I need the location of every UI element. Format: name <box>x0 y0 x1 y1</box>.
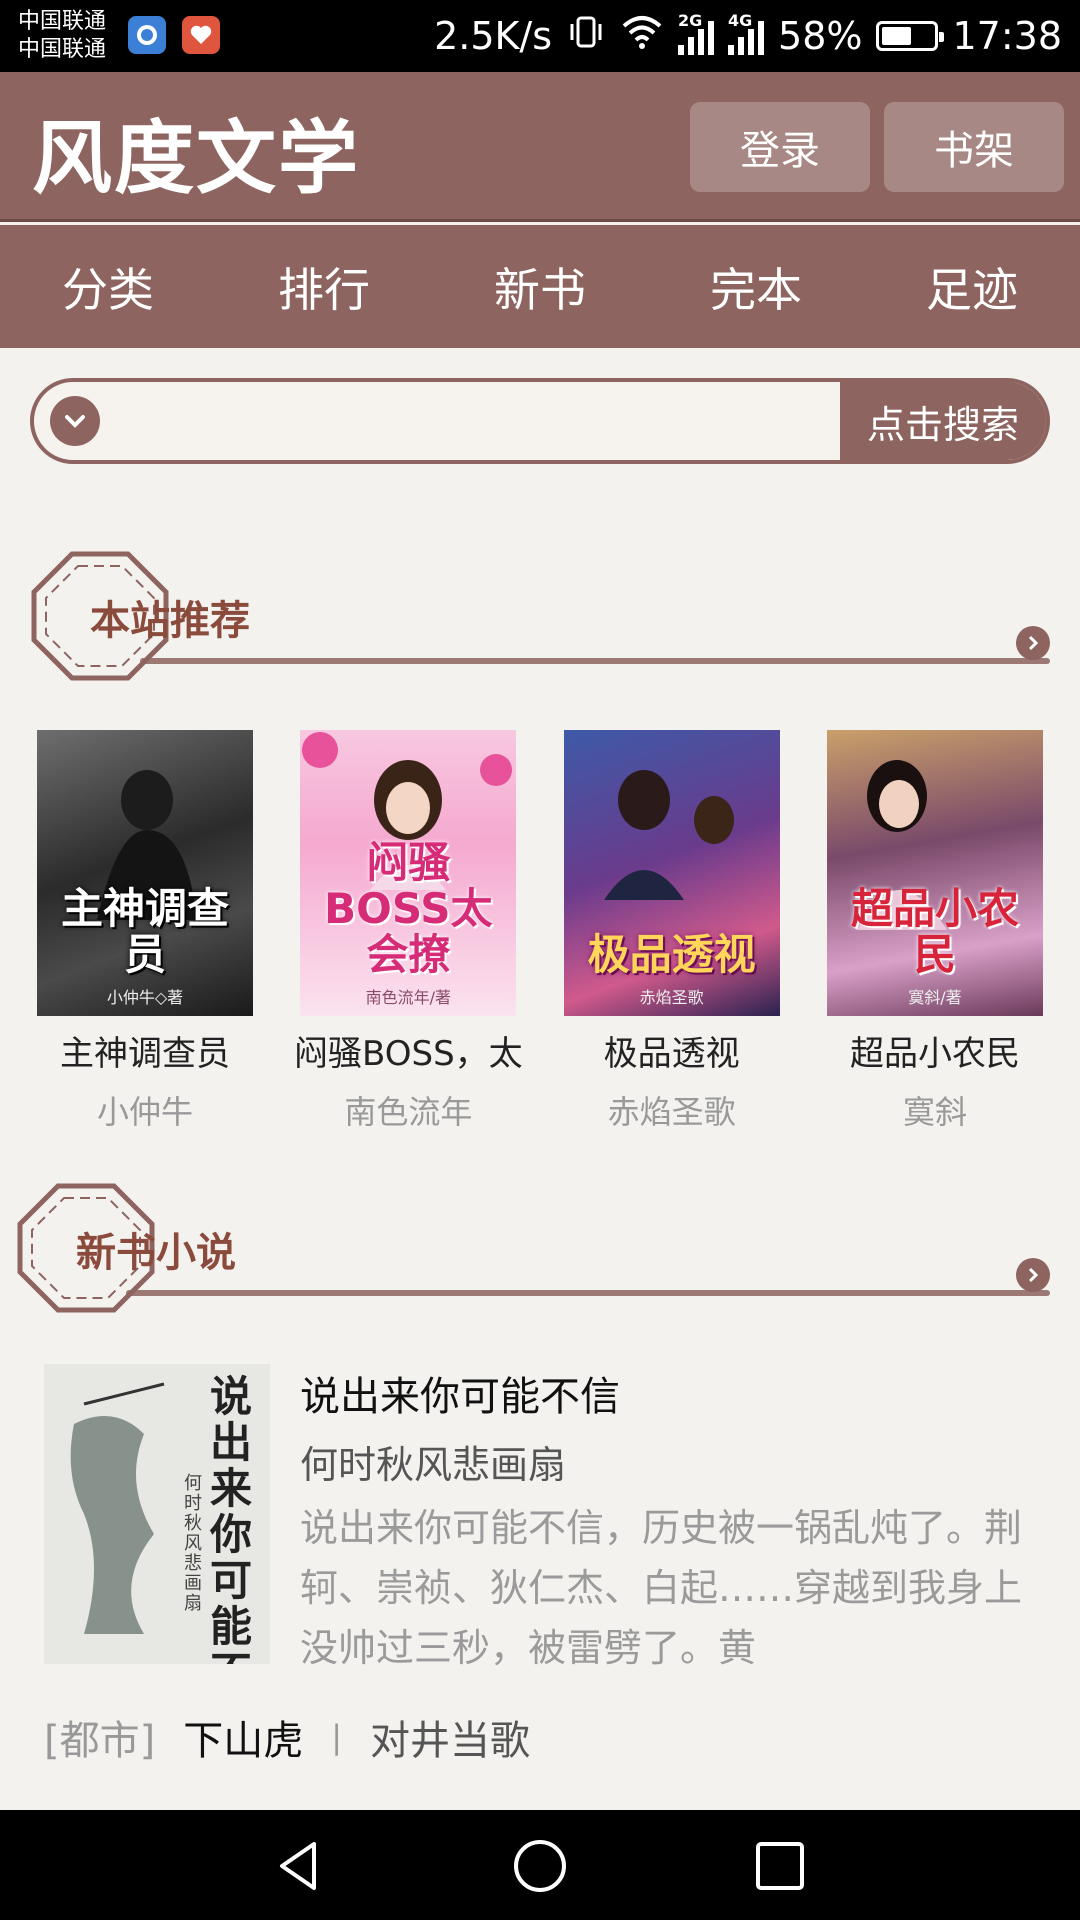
book-cover[interactable]: 说出来你可能不信 何时秋风悲画扇 <box>44 1364 270 1664</box>
site-header: 风度文学 登录 书架 <box>0 72 1080 222</box>
nav-item-new[interactable]: 新书 <box>484 254 596 320</box>
nav-item-ranking[interactable]: 排行 <box>268 254 380 320</box>
network-speed: 2.5K/s <box>434 14 553 58</box>
featured-new-book[interactable]: 说出来你可能不信 何时秋风悲画扇 说出来你可能不信 何时秋风悲画扇 说出来你可能… <box>44 1364 1044 1670</box>
signal-2g-icon: 2G <box>678 11 715 55</box>
book-description: 说出来你可能不信，历史被一锅乱炖了。荆轲、崇祯、狄仁杰、白起……穿越到我身上没帅… <box>300 1506 1023 1670</box>
battery-percent: 58% <box>778 14 863 58</box>
cover-title: 超品小农民 <box>850 884 1019 979</box>
cover-title: 主神调查员 <box>60 884 229 979</box>
network-2g-label: 2G <box>678 11 703 30</box>
cover-author: 寞斜/著 <box>908 988 962 1007</box>
network-4g-label: 4G <box>728 11 753 30</box>
cover-title: 极品透视 <box>587 930 756 979</box>
book-card[interactable]: 极品透视 赤焰圣歌 极品透视 赤焰圣歌 <box>557 730 787 1133</box>
chevron-down-icon <box>65 415 85 428</box>
carrier-label-2: 中国联通 <box>18 37 107 62</box>
cover-title: 闷骚BOSS太会撩 <box>324 838 493 979</box>
battery-icon <box>876 21 945 51</box>
carrier-info: 中国联通 中国联通 <box>18 8 106 64</box>
new-books-section-header: 新书小说 <box>16 1182 1050 1322</box>
cover-author: 南色流年/著 <box>365 988 452 1007</box>
search-type-dropdown[interactable] <box>50 396 100 446</box>
signal-4g-icon: 4G <box>728 11 765 55</box>
recommend-list: 主神调查员 小仲牛◇著 主神调查员 小仲牛 闷骚BOSS太会撩 南色流年/著 闷… <box>30 730 1050 1133</box>
book-author: 小仲牛 <box>96 1093 193 1131</box>
carrier-label-1: 中国联通 <box>18 9 107 34</box>
recommend-more-button[interactable] <box>1016 626 1050 660</box>
new-books-more-button[interactable] <box>1016 1258 1050 1292</box>
book-card[interactable]: 闷骚BOSS太会撩 南色流年/著 闷骚BOSS，太 南色流年 <box>293 730 523 1133</box>
list-item[interactable]: [都市] 下山虎 | 对井当歌 <box>44 1708 530 1766</box>
wifi-icon <box>620 12 664 61</box>
chevron-right-icon <box>1028 635 1039 651</box>
category-nav: 分类 排行 新书 完本 足迹 <box>0 225 1080 348</box>
book-title[interactable]: 说出来你可能不信 <box>300 1364 620 1422</box>
book-cover[interactable]: 极品透视 赤焰圣歌 <box>563 730 780 1016</box>
site-logo[interactable]: 风度文学 <box>32 94 360 210</box>
system-nav-bar <box>0 1810 1080 1920</box>
book-title[interactable]: 主神调查员 <box>30 1026 260 1075</box>
back-icon[interactable] <box>270 1836 330 1896</box>
search-button[interactable]: 点击搜索 <box>840 382 1046 460</box>
book-card[interactable]: 主神调查员 小仲牛◇著 主神调查员 小仲牛 <box>30 730 260 1133</box>
book-title[interactable]: 极品透视 <box>557 1026 787 1075</box>
divider <box>126 1290 1050 1296</box>
search-bar: 点击搜索 <box>30 378 1050 464</box>
book-cover[interactable]: 闷骚BOSS太会撩 南色流年/著 <box>300 730 517 1016</box>
book-card[interactable]: 超品小农民 寞斜/著 超品小农民 寞斜 <box>820 730 1050 1133</box>
book-author: 赤焰圣歌 <box>607 1093 736 1131</box>
recents-icon[interactable] <box>750 1836 810 1896</box>
book-title[interactable]: 下山虎 <box>183 1708 303 1766</box>
section-title: 本站推荐 <box>90 598 250 644</box>
book-category: [都市] <box>44 1718 156 1764</box>
separator: | <box>331 1718 342 1756</box>
book-author: 对井当歌 <box>370 1718 530 1764</box>
cover-author: 赤焰圣歌 <box>639 988 704 1007</box>
bookshelf-button[interactable]: 书架 <box>884 102 1064 192</box>
home-icon[interactable] <box>510 1836 570 1896</box>
vibrate-icon <box>566 12 606 61</box>
book-title[interactable]: 闷骚BOSS，太 <box>293 1026 523 1075</box>
recommend-section-header: 本站推荐 <box>30 550 1050 690</box>
section-title: 新书小说 <box>76 1230 236 1276</box>
book-author: 何时秋风悲画扇 <box>300 1443 567 1487</box>
cover-title: 说出来你可能不信 <box>210 1372 253 1665</box>
chevron-right-icon <box>1028 1267 1039 1283</box>
nav-item-history[interactable]: 足迹 <box>916 254 1028 320</box>
notification-app-icon <box>128 16 166 54</box>
book-author: 南色流年 <box>344 1093 473 1131</box>
cover-author: 小仲牛◇著 <box>106 988 184 1007</box>
login-button[interactable]: 登录 <box>690 102 870 192</box>
divider <box>140 658 1050 664</box>
book-cover[interactable]: 超品小农民 寞斜/著 <box>826 730 1043 1016</box>
search-input[interactable] <box>118 392 858 450</box>
status-indicators: 2.5K/s 2G 4G 58% 17:38 <box>434 11 1062 61</box>
book-title[interactable]: 超品小农民 <box>820 1026 1050 1075</box>
book-cover[interactable]: 主神调查员 小仲牛◇著 <box>37 730 253 1016</box>
nav-item-finished[interactable]: 完本 <box>700 254 812 320</box>
book-author: 寞斜 <box>902 1093 967 1131</box>
status-bar: 中国联通 中国联通 2.5K/s 2G 4G 58% 17:38 <box>0 0 1080 72</box>
notification-health-icon <box>182 16 220 54</box>
clock: 17:38 <box>952 14 1062 58</box>
nav-item-category[interactable]: 分类 <box>52 254 164 320</box>
cover-author: 何时秋风悲画扇 <box>184 1473 202 1614</box>
